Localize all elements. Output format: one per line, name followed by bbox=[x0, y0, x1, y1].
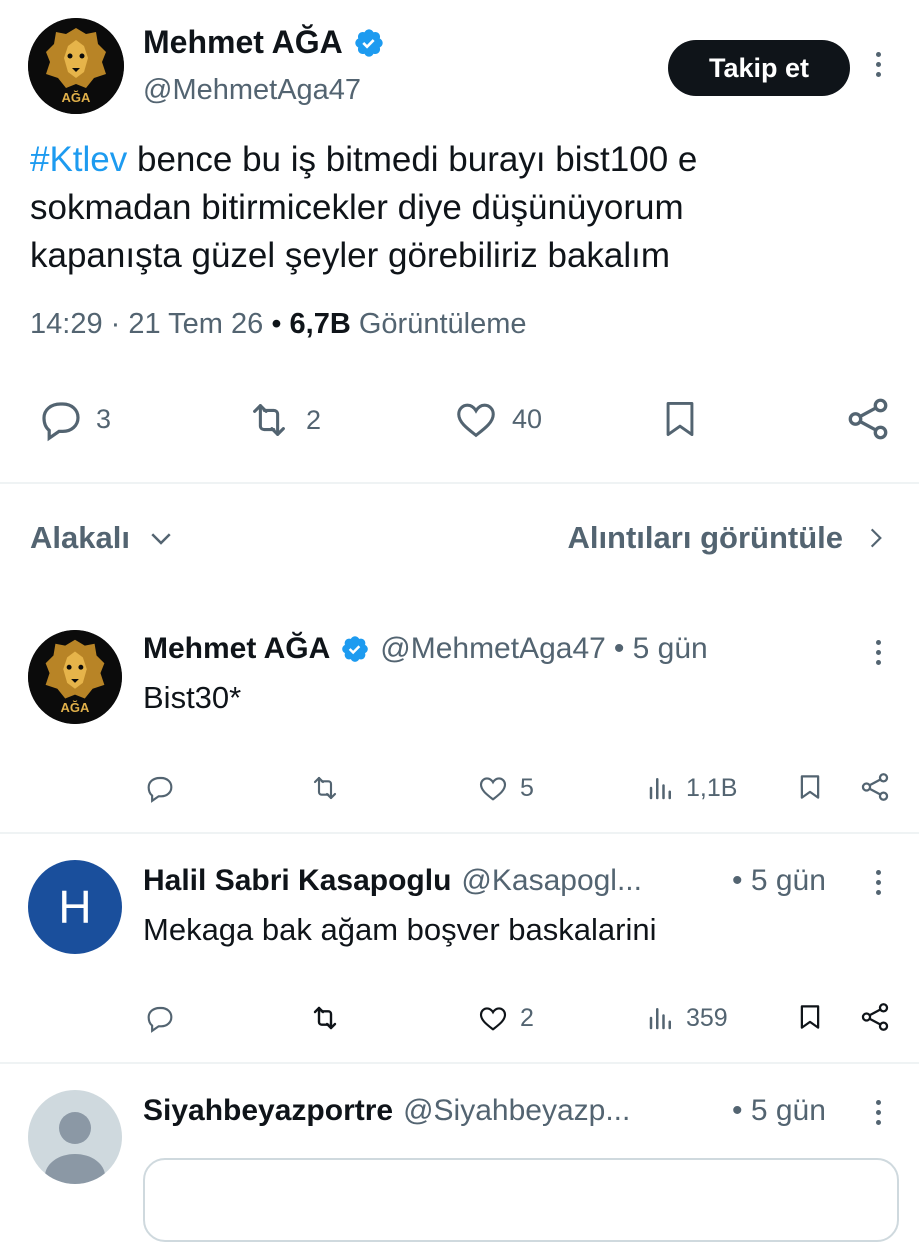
author-name[interactable]: Mehmet AĞA bbox=[143, 24, 343, 61]
reply-icon bbox=[36, 395, 86, 443]
reply-time[interactable]: • 5 gün bbox=[732, 1094, 826, 1128]
like-count: 2 bbox=[520, 1003, 534, 1032]
author-handle[interactable]: @MehmetAga47 bbox=[143, 74, 361, 107]
more-options-icon[interactable] bbox=[868, 1100, 888, 1125]
author-name-row: Mehmet AĞA bbox=[143, 24, 385, 61]
replies-sort-bar: Alakalı Alıntıları görüntüle bbox=[30, 520, 889, 570]
like-button[interactable]: 5 bbox=[476, 772, 534, 804]
repost-icon bbox=[307, 772, 343, 804]
verified-badge-icon bbox=[340, 634, 370, 664]
separator: • bbox=[271, 308, 290, 340]
reply-author-name[interactable]: Siyahbeyazportre bbox=[143, 1094, 393, 1128]
bookmark-icon bbox=[795, 770, 825, 804]
reply-author-handle[interactable]: @MehmetAga47 bbox=[380, 632, 606, 666]
follow-button[interactable]: Takip et bbox=[668, 40, 850, 96]
repost-button[interactable] bbox=[307, 772, 343, 804]
default-avatar-icon bbox=[45, 1112, 105, 1184]
reply-text: Bist30* bbox=[143, 680, 242, 715]
reply-author-name[interactable]: Halil Sabri Kasapoglu bbox=[143, 864, 451, 898]
like-count: 40 bbox=[512, 403, 543, 434]
analytics-icon bbox=[646, 772, 676, 804]
avatar-letter: H bbox=[58, 881, 92, 933]
like-count: 5 bbox=[520, 773, 534, 802]
views-button[interactable]: 1,1B bbox=[646, 772, 737, 804]
reply-icon bbox=[143, 772, 177, 804]
hashtag-link[interactable]: #Ktlev bbox=[30, 140, 127, 179]
repost-button[interactable]: 2 bbox=[242, 397, 321, 443]
repost-count: 2 bbox=[306, 404, 322, 435]
like-button[interactable]: 2 bbox=[476, 1002, 534, 1034]
bookmark-button[interactable] bbox=[795, 1000, 825, 1034]
views-count: 6,7B bbox=[289, 308, 351, 340]
tweet-time[interactable]: 14:29 bbox=[30, 308, 103, 340]
reply-avatar[interactable]: H bbox=[28, 860, 122, 954]
share-icon bbox=[858, 770, 892, 804]
tweet-text-line1-rest: bence bu iş bitmedi burayı bist100 e bbox=[127, 140, 698, 179]
share-button[interactable] bbox=[858, 770, 892, 804]
share-icon bbox=[858, 1000, 892, 1034]
repost-icon bbox=[307, 1002, 343, 1034]
avatar-label: AĞA bbox=[61, 90, 91, 105]
reply-time[interactable]: • 5 gün bbox=[614, 632, 708, 666]
chevron-right-icon bbox=[863, 523, 889, 553]
divider bbox=[0, 482, 919, 484]
reply-author-handle[interactable]: @Siyahbeyazp... bbox=[403, 1094, 630, 1128]
verified-badge-icon bbox=[353, 27, 385, 59]
tweet-text: #Ktlev bence bu iş bitmedi burayı bist10… bbox=[30, 136, 900, 280]
view-quotes-link[interactable]: Alıntıları görüntüle bbox=[567, 520, 889, 556]
views-count: 1,1B bbox=[686, 773, 738, 802]
share-button[interactable] bbox=[843, 394, 893, 444]
bookmark-icon bbox=[658, 394, 702, 444]
sort-dropdown[interactable]: Alakalı bbox=[30, 520, 176, 556]
bookmark-button[interactable] bbox=[795, 770, 825, 804]
repost-icon bbox=[242, 397, 296, 443]
reply-text: Mekaga bak ağam boşver baskalarini bbox=[143, 912, 657, 947]
avatar-label: AĞA bbox=[60, 700, 90, 715]
bookmark-button[interactable] bbox=[658, 394, 702, 444]
like-button[interactable]: 40 bbox=[450, 396, 542, 442]
more-options-icon[interactable] bbox=[868, 640, 888, 665]
views-count: 359 bbox=[686, 1003, 728, 1032]
more-options-icon[interactable] bbox=[868, 52, 888, 77]
embedded-media-card[interactable] bbox=[143, 1158, 899, 1242]
reply-button[interactable]: 3 bbox=[36, 395, 111, 443]
heart-icon bbox=[476, 1002, 510, 1034]
views-button[interactable]: 359 bbox=[646, 1002, 728, 1034]
bookmark-icon bbox=[795, 1000, 825, 1034]
repost-button[interactable] bbox=[307, 1002, 343, 1034]
reply-author-name[interactable]: Mehmet AĞA bbox=[143, 632, 330, 666]
reply-avatar[interactable] bbox=[28, 1090, 122, 1184]
reply-time[interactable]: • 5 gün bbox=[732, 864, 826, 898]
tweet-text-line-1: #Ktlev bence bu iş bitmedi burayı bist10… bbox=[30, 136, 900, 184]
reply-header: Siyahbeyazportre @Siyahbeyazp... bbox=[143, 1094, 630, 1128]
reply-header: Mehmet AĞA @MehmetAga47 • 5 gün bbox=[143, 632, 708, 666]
chevron-down-icon bbox=[146, 523, 176, 553]
analytics-icon bbox=[646, 1002, 676, 1034]
divider bbox=[0, 832, 919, 834]
divider bbox=[0, 1062, 919, 1064]
share-icon bbox=[843, 394, 893, 444]
reply-avatar[interactable]: AĞA bbox=[28, 630, 122, 724]
views-label: Görüntüleme bbox=[358, 308, 527, 340]
sort-label: Alakalı bbox=[30, 520, 130, 555]
heart-icon bbox=[450, 396, 502, 442]
view-quotes-label: Alıntıları görüntüle bbox=[567, 520, 843, 555]
reply-icon bbox=[143, 1002, 177, 1034]
reply-header: Halil Sabri Kasapoglu @Kasapogl... bbox=[143, 864, 642, 898]
separator: · bbox=[110, 308, 129, 340]
author-avatar[interactable]: AĞA bbox=[28, 18, 124, 114]
tweet-text-line-2: sokmadan bitirmicekler diye düşünüyorum bbox=[30, 188, 684, 227]
reply-author-handle[interactable]: @Kasapogl... bbox=[461, 864, 642, 898]
reply-count: 3 bbox=[96, 403, 112, 434]
reply-button[interactable] bbox=[143, 1002, 177, 1034]
tweet-text-line-3: kapanışta güzel şeyler görebiliriz bakal… bbox=[30, 236, 671, 275]
tweet-meta: 14:29 · 21 Tem 26 • 6,7B Görüntüleme bbox=[30, 308, 527, 341]
more-options-icon[interactable] bbox=[868, 870, 888, 895]
reply-button[interactable] bbox=[143, 772, 177, 804]
heart-icon bbox=[476, 772, 510, 804]
tweet-date[interactable]: 21 Tem 26 bbox=[128, 308, 263, 340]
share-button[interactable] bbox=[858, 1000, 892, 1034]
